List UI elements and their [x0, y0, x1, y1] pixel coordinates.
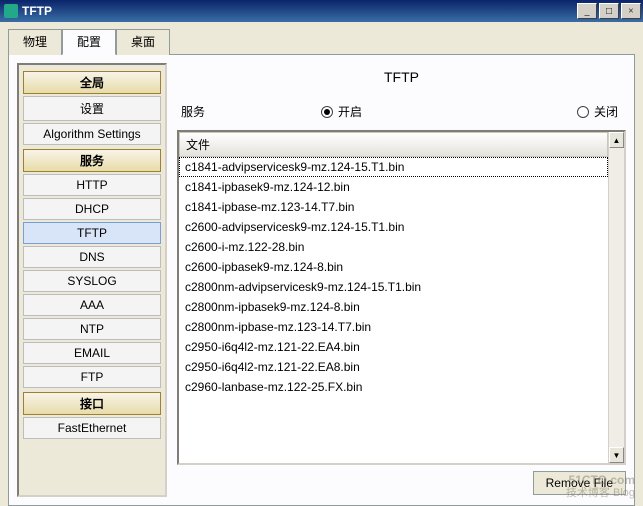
file-row[interactable]: c2960-lanbase-mz.122-25.FX.bin: [179, 377, 608, 397]
tab-config[interactable]: 配置: [62, 29, 116, 55]
sidebar-item-ftp[interactable]: FTP: [23, 366, 161, 388]
sidebar-item-syslog[interactable]: SYSLOG: [23, 270, 161, 292]
tab-panel: 全局 设置 Algorithm Settings 服务 HTTP DHCP TF…: [8, 54, 635, 506]
file-row[interactable]: c2950-i6q4l2-mz.121-22.EA8.bin: [179, 357, 608, 377]
file-row[interactable]: c2800nm-ipbase-mz.123-14.T7.bin: [179, 317, 608, 337]
files-inner[interactable]: 文件 c1841-advipservicesk9-mz.124-15.T1.bi…: [179, 132, 608, 463]
sidebar-item-settings[interactable]: 设置: [23, 96, 161, 121]
sidebar-item-ntp[interactable]: NTP: [23, 318, 161, 340]
file-row[interactable]: c2600-ipbasek9-mz.124-8.bin: [179, 257, 608, 277]
button-row: Remove File: [177, 471, 626, 497]
file-row[interactable]: c1841-ipbasek9-mz.124-12.bin: [179, 177, 608, 197]
service-on-option[interactable]: 开启: [321, 103, 470, 120]
service-label: 服务: [181, 103, 321, 120]
files-listbox: 文件 c1841-advipservicesk9-mz.124-15.T1.bi…: [177, 130, 626, 465]
sidebar-item-aaa[interactable]: AAA: [23, 294, 161, 316]
service-off-option[interactable]: 关闭: [470, 103, 619, 120]
maximize-button[interactable]: □: [599, 3, 619, 19]
sidebar-group-interface: 接口: [23, 392, 161, 415]
main-tabs: 物理 配置 桌面: [8, 28, 643, 54]
window-title: TFTP: [22, 4, 577, 18]
radio-off-label: 关闭: [594, 103, 618, 120]
scrollbar[interactable]: ▲ ▼: [608, 132, 624, 463]
scroll-down-icon[interactable]: ▼: [609, 447, 624, 463]
radio-off-icon: [577, 106, 589, 118]
service-heading: TFTP: [177, 63, 626, 99]
service-toggle-row: 服务 开启 关闭: [177, 99, 626, 130]
tab-desktop[interactable]: 桌面: [116, 29, 170, 55]
minimize-button[interactable]: _: [577, 3, 597, 19]
scroll-up-icon[interactable]: ▲: [609, 132, 624, 148]
file-row[interactable]: c2800nm-ipbasek9-mz.124-8.bin: [179, 297, 608, 317]
file-row[interactable]: c1841-ipbase-mz.123-14.T7.bin: [179, 197, 608, 217]
file-row[interactable]: c2600-i-mz.122-28.bin: [179, 237, 608, 257]
close-button[interactable]: ×: [621, 3, 641, 19]
radio-on-icon: [321, 106, 333, 118]
sidebar-item-dhcp[interactable]: DHCP: [23, 198, 161, 220]
file-row[interactable]: c2950-i6q4l2-mz.121-22.EA4.bin: [179, 337, 608, 357]
content-pane: TFTP 服务 开启 关闭 文件 c1841-advipservicesk9-m…: [177, 63, 626, 497]
sidebar-item-http[interactable]: HTTP: [23, 174, 161, 196]
sidebar-item-tftp[interactable]: TFTP: [23, 222, 161, 244]
file-row[interactable]: c2600-advipservicesk9-mz.124-15.T1.bin: [179, 217, 608, 237]
sidebar-group-global: 全局: [23, 71, 161, 94]
radio-on-label: 开启: [338, 103, 362, 120]
remove-file-button[interactable]: Remove File: [533, 471, 626, 495]
tab-physical[interactable]: 物理: [8, 29, 62, 55]
titlebar: TFTP _ □ ×: [0, 0, 643, 22]
file-row[interactable]: c2800nm-advipservicesk9-mz.124-15.T1.bin: [179, 277, 608, 297]
sidebar-item-dns[interactable]: DNS: [23, 246, 161, 268]
sidebar-item-email[interactable]: EMAIL: [23, 342, 161, 364]
files-column-header[interactable]: 文件: [179, 132, 608, 157]
file-row[interactable]: c1841-advipservicesk9-mz.124-15.T1.bin: [179, 157, 608, 177]
sidebar-item-fastethernet[interactable]: FastEthernet: [23, 417, 161, 439]
sidebar-group-services: 服务: [23, 149, 161, 172]
window-buttons: _ □ ×: [577, 3, 641, 19]
sidebar: 全局 设置 Algorithm Settings 服务 HTTP DHCP TF…: [17, 63, 167, 497]
sidebar-item-algorithm[interactable]: Algorithm Settings: [23, 123, 161, 145]
app-icon: [4, 4, 18, 18]
